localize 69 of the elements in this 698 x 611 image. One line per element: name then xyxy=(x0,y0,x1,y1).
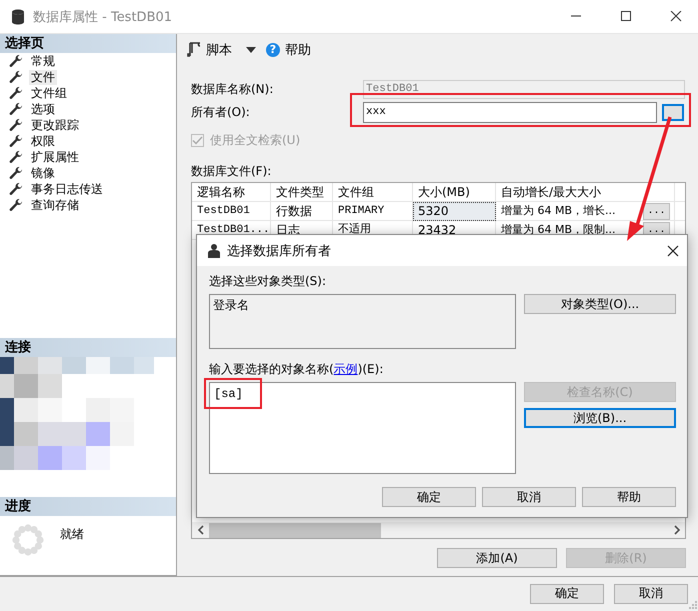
wrench-icon xyxy=(9,102,23,116)
column-header: 逻辑名称 xyxy=(192,183,271,202)
cancel-button[interactable]: 取消 xyxy=(614,584,688,604)
ok-button[interactable]: 确定 xyxy=(382,487,476,507)
window-title: 数据库属性 - TestDB01 xyxy=(33,8,174,26)
object-names-field[interactable]: [sa] xyxy=(209,382,516,474)
field-label: 选择这些对象类型(S): xyxy=(209,273,328,290)
page-item[interactable]: 文件 xyxy=(29,70,57,84)
script-button[interactable]: 脚本 xyxy=(185,41,234,59)
maximize-icon[interactable] xyxy=(620,11,632,22)
field-label: 数据库名称(N): xyxy=(191,81,274,98)
page-item[interactable]: 权限 xyxy=(29,134,57,148)
script-icon xyxy=(187,42,201,58)
cancel-button[interactable]: 取消 xyxy=(482,487,576,507)
help-icon: ? xyxy=(266,43,280,57)
person-icon xyxy=(208,244,220,258)
caret-icon xyxy=(246,47,256,53)
page-item[interactable]: 文件组 xyxy=(29,86,69,100)
wrench-icon xyxy=(9,70,23,84)
column-header: 自动增长/最大大小 xyxy=(496,183,675,202)
example-link[interactable]: 示例 xyxy=(334,362,358,376)
page-item[interactable]: 事务日志传送 xyxy=(29,182,105,196)
page-item[interactable]: 扩展属性 xyxy=(29,150,81,164)
object-types-list[interactable]: 登录名 xyxy=(209,294,516,349)
wrench-icon xyxy=(9,150,23,164)
table-cell-text: 增量为 64 MB，增长... xyxy=(501,203,616,219)
table-cell: 行数据 xyxy=(271,202,333,221)
help-button[interactable]: 帮助 xyxy=(582,487,676,507)
page-item[interactable]: 常规 xyxy=(29,54,57,68)
scroll-thumb[interactable] xyxy=(209,522,381,538)
column-header: 文件组 xyxy=(333,183,413,202)
section-header: 选择页 xyxy=(0,34,176,53)
highlight-frame xyxy=(204,378,262,409)
page-item[interactable]: 查询存储 xyxy=(29,198,81,212)
wrench-icon xyxy=(9,182,23,196)
owner-field[interactable]: xxx xyxy=(363,102,657,123)
spinner-icon xyxy=(12,524,44,556)
help-button[interactable]: ? 帮助 xyxy=(264,41,313,59)
page-item[interactable]: 选项 xyxy=(29,102,57,116)
browse-button[interactable] xyxy=(662,104,684,121)
column-header: 文件类型 xyxy=(271,183,333,202)
ok-button[interactable]: 确定 xyxy=(530,584,604,604)
close-icon[interactable] xyxy=(667,244,679,256)
horizontal-scrollbar[interactable] xyxy=(192,522,685,538)
page-item[interactable]: 更改跟踪 xyxy=(29,118,81,132)
wrench-icon xyxy=(9,54,23,68)
wrench-icon xyxy=(9,134,23,148)
dialog-title: 选择数据库所有者 xyxy=(227,242,332,260)
checkbox-label: 使用全文检索(U) xyxy=(210,132,300,149)
add-button[interactable]: 添加(A) xyxy=(437,548,557,568)
status-text: 就绪 xyxy=(60,526,84,543)
table-cell: TestDB01 xyxy=(192,202,271,221)
field-label: 输入要选择的对象名称(示例)(E): xyxy=(209,361,384,378)
wrench-icon xyxy=(9,166,23,180)
field-label: 所有者(O): xyxy=(191,104,251,121)
resize-grip-icon xyxy=(689,601,697,609)
section-header: 进度 xyxy=(0,497,176,516)
wrench-icon xyxy=(9,198,23,212)
browse-button[interactable]: 浏览(B)... xyxy=(524,408,676,428)
field-label: 数据库文件(F): xyxy=(191,163,272,180)
close-icon[interactable] xyxy=(670,11,682,22)
ellipsis-button[interactable]: ... xyxy=(643,202,670,220)
wrench-icon xyxy=(9,118,23,132)
table-cell: 5320 xyxy=(413,202,496,221)
wrench-icon xyxy=(9,86,23,100)
object-types-button[interactable]: 对象类型(O)... xyxy=(524,294,676,314)
database-icon xyxy=(11,8,25,24)
page-item[interactable]: 镜像 xyxy=(29,166,57,180)
section-header: 连接 xyxy=(0,338,176,357)
